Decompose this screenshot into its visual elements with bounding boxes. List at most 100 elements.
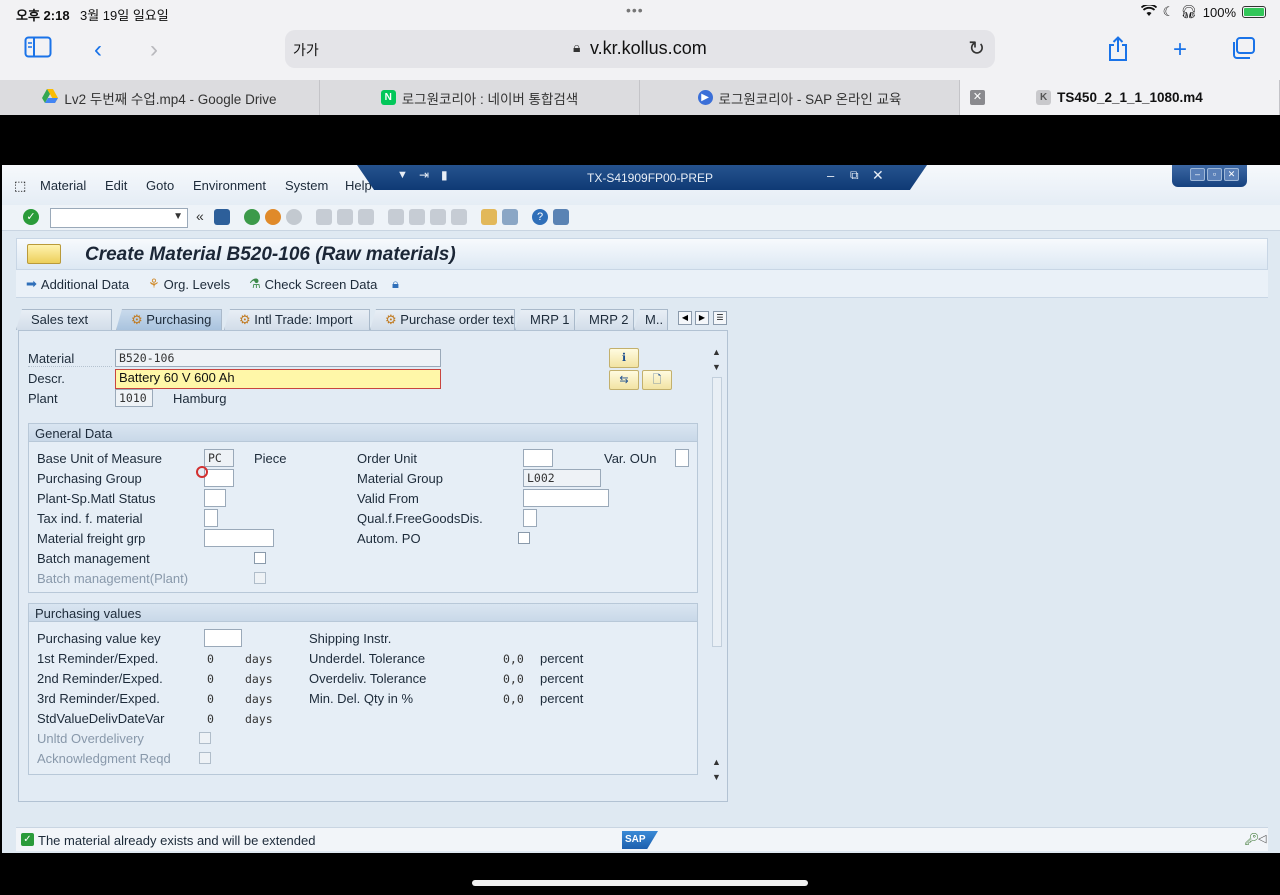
purch-group-field[interactable] — [204, 469, 234, 487]
browser-tab[interactable]: N 로그원코리아 : 네이버 통합검색 — [320, 80, 640, 115]
scroll-thumb[interactable] — [712, 377, 722, 647]
collapse-icon[interactable]: « — [196, 208, 204, 224]
tabs-overview-icon[interactable] — [1227, 36, 1259, 64]
back-icon[interactable]: ‹ — [82, 36, 114, 64]
info-icon[interactable]: ℹ — [609, 348, 639, 368]
material-field[interactable]: B520-106 — [115, 349, 441, 367]
triangle-left-icon[interactable]: ◁ — [1258, 832, 1266, 845]
valid-from-field[interactable] — [523, 489, 609, 507]
reload-icon[interactable]: ↻ — [968, 36, 985, 61]
status-indicators: ☾ 🎧︎ 100% — [1140, 3, 1266, 20]
menu-material[interactable]: Material — [40, 178, 86, 193]
tab-more[interactable]: M.. — [634, 309, 668, 330]
url-text[interactable]: v.kr.kollus.com — [590, 38, 707, 59]
tab-sales-text[interactable]: Sales text — [16, 309, 112, 330]
tab-mrp-1[interactable]: MRP 1 — [515, 309, 575, 330]
freight-field[interactable] — [204, 529, 274, 547]
minimize-icon[interactable]: – — [1190, 168, 1205, 181]
org-levels-button[interactable]: ⚘ Org. Levels — [148, 276, 230, 292]
sidebar-icon[interactable] — [22, 36, 54, 64]
menu-icon[interactable]: ⬚ — [14, 178, 26, 194]
find-icon[interactable] — [337, 209, 353, 225]
command-field[interactable]: ▼ — [50, 208, 188, 228]
multitask-dots-icon[interactable]: ••• — [626, 2, 644, 18]
autom-po-label: Autom. PO — [357, 531, 421, 546]
scroll-down-icon[interactable]: ▼ — [712, 772, 721, 782]
sap-logo: SAP — [622, 831, 658, 849]
reader-options-button[interactable]: 가가 — [293, 40, 319, 60]
page-title: Create Material B520-106 (Raw materials) — [85, 244, 456, 265]
material-group-field[interactable]: L002 — [523, 469, 601, 487]
tab-purchase-order-text[interactable]: ⚙ Purchase order text — [370, 309, 515, 330]
underline — [28, 366, 112, 367]
first-page-icon[interactable] — [388, 209, 404, 225]
plant-field[interactable]: 1010 — [115, 389, 153, 407]
tab-purchasing[interactable]: ⚙ Purchasing — [116, 309, 222, 330]
prev-page-icon[interactable] — [409, 209, 425, 225]
exit-icon[interactable] — [265, 209, 281, 225]
check-screen-button[interactable]: ⚗ Check Screen Data — [249, 276, 377, 292]
maximize-icon[interactable]: ▫ — [1207, 168, 1222, 181]
print-icon[interactable] — [316, 209, 332, 225]
restore-icon[interactable]: ⧉ — [850, 168, 859, 183]
lock-icon[interactable]: 🔒︎ — [392, 276, 399, 292]
save-icon[interactable] — [214, 209, 230, 225]
new-tab-icon[interactable]: + — [1164, 36, 1196, 64]
var-oun-field[interactable] — [675, 449, 689, 467]
document-icon[interactable]: 🗋 — [642, 370, 672, 390]
close-icon[interactable]: ✕ — [1224, 168, 1239, 181]
autom-po-checkbox[interactable] — [518, 532, 530, 544]
browser-tab-active[interactable]: ✕ K TS450_2_1_1_1080.m4 — [960, 80, 1280, 115]
qual-label: Qual.f.FreeGoodsDis. — [357, 511, 483, 526]
status-message[interactable]: The material already exists and will be … — [38, 833, 315, 848]
cancel-icon[interactable] — [286, 209, 302, 225]
menu-environment[interactable]: Environment — [193, 178, 266, 193]
key-icon[interactable]: 🔑︎ — [1244, 832, 1259, 846]
plant-status-field[interactable] — [204, 489, 226, 507]
forward-icon[interactable]: › — [138, 36, 170, 64]
tab-intl-trade-import[interactable]: ⚙ Intl Trade: Import — [224, 309, 370, 330]
tab-scroll-left-icon[interactable]: ◀ — [678, 311, 692, 325]
tax-field[interactable] — [204, 509, 218, 527]
base-uom-field[interactable]: PC — [204, 449, 234, 467]
next-page-icon[interactable] — [430, 209, 446, 225]
scroll-down-icon[interactable]: ▼ — [712, 362, 721, 372]
help-icon[interactable]: ? — [532, 209, 548, 225]
layout-icon[interactable] — [553, 209, 569, 225]
last-page-icon[interactable] — [451, 209, 467, 225]
menu-edit[interactable]: Edit — [105, 178, 127, 193]
enter-icon[interactable]: ✓ — [23, 209, 39, 225]
percent-unit: percent — [540, 671, 584, 686]
menu-system[interactable]: System — [285, 178, 328, 193]
batch-checkbox[interactable] — [254, 552, 266, 564]
address-bar[interactable]: 가가 🔒︎ v.kr.kollus.com ↻ — [285, 30, 995, 68]
moon-icon: ☾ — [1162, 4, 1175, 19]
copy-icon[interactable]: ⇆ — [609, 370, 639, 390]
chevron-down-icon[interactable]: ▼ — [173, 211, 183, 222]
browser-tab[interactable]: ▶ 로그원코리아 - SAP 온라인 교육 — [640, 80, 960, 115]
tab-scroll-right-icon[interactable]: ▶ — [695, 311, 709, 325]
tab-list-icon[interactable]: ☰ — [713, 311, 727, 325]
close-icon[interactable]: ✕ — [872, 167, 884, 184]
close-tab-icon[interactable]: ✕ — [970, 90, 985, 105]
new-session-icon[interactable] — [481, 209, 497, 225]
scroll-up-icon[interactable]: ▲ — [712, 347, 721, 357]
browser-tab[interactable]: Lv2 두번째 수업.mp4 - Google Drive — [0, 80, 320, 115]
value-key-field[interactable] — [204, 629, 242, 647]
minimize-icon[interactable]: – — [827, 168, 834, 183]
back-icon[interactable] — [244, 209, 260, 225]
tab-mrp-2[interactable]: MRP 2 — [574, 309, 634, 330]
scroll-up-icon[interactable]: ▲ — [712, 757, 721, 767]
vertical-scrollbar[interactable]: ▲ ▼ ▲ ▼ — [711, 347, 723, 787]
qual-field[interactable] — [523, 509, 537, 527]
pin-icon[interactable]: ⇥ — [419, 168, 429, 182]
description-field[interactable]: Battery 60 V 600 Ah — [115, 369, 441, 389]
dropdown-icon[interactable]: ▼ — [397, 169, 408, 181]
share-icon[interactable] — [1102, 36, 1134, 64]
shortcut-icon[interactable] — [502, 209, 518, 225]
menu-goto[interactable]: Goto — [146, 178, 174, 193]
additional-data-button[interactable]: ➡ Additional Data — [26, 276, 129, 292]
order-unit-field[interactable] — [523, 449, 553, 467]
status-date: 3월 19일 일요일 — [80, 8, 169, 23]
find-next-icon[interactable] — [358, 209, 374, 225]
